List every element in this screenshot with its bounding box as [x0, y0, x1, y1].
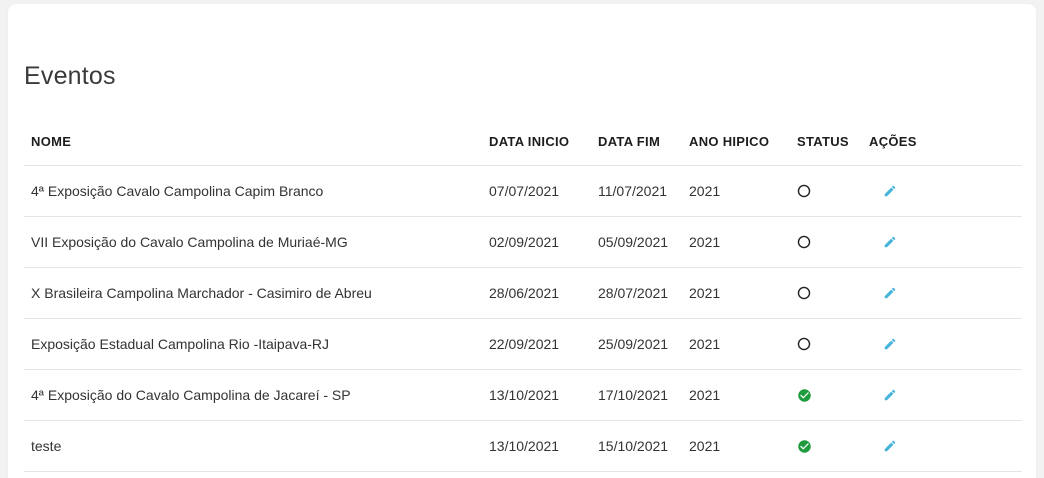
table-row: X Brasileira Campolina Marchador - Casim… [24, 268, 1022, 319]
edit-event-button[interactable] [883, 184, 897, 198]
event-name: X Brasileira Campolina Marchador - Casim… [31, 285, 372, 301]
pencil-icon [883, 286, 897, 300]
column-header-acoes: AÇÕES [869, 134, 917, 149]
event-start-date: 02/09/2021 [489, 234, 560, 250]
event-end-date: 15/10/2021 [598, 438, 669, 454]
event-actions [862, 184, 1022, 198]
event-actions [862, 439, 1022, 453]
table-row: 4ª Exposição do Cavalo Campolina de Jaca… [24, 370, 1022, 421]
table-row: Exposição Estadual Campolina Rio -Itaipa… [24, 319, 1022, 370]
event-actions [862, 337, 1022, 351]
column-header-data-fim: DATA FIM [598, 134, 661, 149]
edit-event-button[interactable] [883, 337, 897, 351]
circle-outline-icon [797, 337, 811, 351]
event-start-date: 13/10/2021 [489, 387, 560, 403]
event-year: 2021 [689, 285, 721, 301]
edit-event-button[interactable] [883, 439, 897, 453]
event-end-date: 17/10/2021 [598, 387, 669, 403]
event-year: 2021 [689, 387, 721, 403]
event-name: 4ª Exposição Cavalo Campolina Capim Bran… [31, 183, 324, 199]
event-year: 2021 [689, 234, 721, 250]
event-status [790, 184, 862, 198]
pencil-icon [883, 235, 897, 249]
table-row: teste 13/10/2021 15/10/2021 2021 [24, 421, 1022, 472]
event-name: teste [31, 438, 62, 454]
event-start-date: 13/10/2021 [489, 438, 560, 454]
event-end-date: 11/07/2021 [598, 183, 668, 199]
event-start-date: 28/06/2021 [489, 285, 560, 301]
column-header-status: STATUS [797, 134, 849, 149]
event-end-date: 25/09/2021 [598, 336, 669, 352]
event-end-date: 28/07/2021 [598, 285, 669, 301]
edit-event-button[interactable] [883, 388, 897, 402]
event-status [790, 388, 862, 403]
event-end-date: 05/09/2021 [598, 234, 669, 250]
event-year: 2021 [689, 336, 721, 352]
edit-event-button[interactable] [883, 235, 897, 249]
event-status [790, 337, 862, 351]
pencil-icon [883, 439, 897, 453]
event-actions [862, 235, 1022, 249]
event-status [790, 439, 862, 454]
events-card: Eventos NOME DATA INICIO DATA FIM ANO HI… [8, 4, 1036, 478]
table-row: VII Exposição do Cavalo Campolina de Mur… [24, 217, 1022, 268]
pencil-icon [883, 184, 897, 198]
event-year: 2021 [689, 438, 721, 454]
event-start-date: 22/09/2021 [489, 336, 560, 352]
pencil-icon [883, 388, 897, 402]
page-title: Eventos [24, 62, 116, 90]
event-actions [862, 388, 1022, 402]
circle-outline-icon [797, 286, 811, 300]
event-start-date: 07/07/2021 [489, 183, 560, 199]
edit-event-button[interactable] [883, 286, 897, 300]
check-circle-icon [797, 388, 812, 403]
column-header-nome: NOME [31, 134, 72, 149]
column-header-ano-hipico: ANO HIPICO [689, 134, 770, 149]
event-year: 2021 [689, 183, 721, 199]
column-header-data-inicio: DATA INICIO [489, 134, 570, 149]
table-header: NOME DATA INICIO DATA FIM ANO HIPICO STA… [24, 118, 1022, 166]
check-circle-icon [797, 439, 812, 454]
event-name: VII Exposição do Cavalo Campolina de Mur… [31, 234, 348, 250]
event-status [790, 286, 862, 300]
table-row: 4ª Exposição Cavalo Campolina Capim Bran… [24, 166, 1022, 217]
circle-outline-icon [797, 184, 811, 198]
pencil-icon [883, 337, 897, 351]
event-actions [862, 286, 1022, 300]
events-table: NOME DATA INICIO DATA FIM ANO HIPICO STA… [24, 118, 1022, 472]
event-name: 4ª Exposição do Cavalo Campolina de Jaca… [31, 387, 351, 403]
event-name: Exposição Estadual Campolina Rio -Itaipa… [31, 336, 330, 352]
event-status [790, 235, 862, 249]
circle-outline-icon [797, 235, 811, 249]
